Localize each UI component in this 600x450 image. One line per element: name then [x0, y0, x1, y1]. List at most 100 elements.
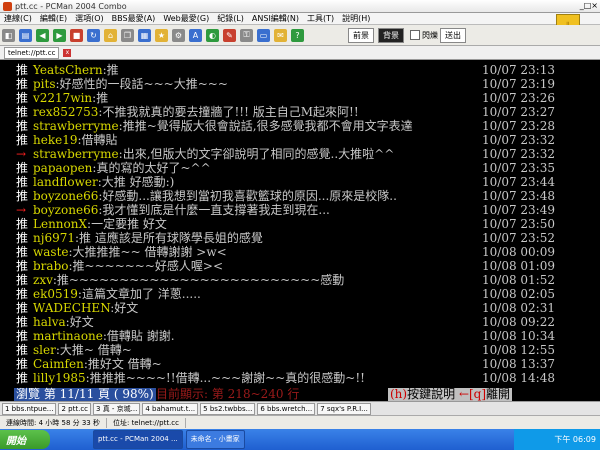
copy-icon[interactable]: ❐	[121, 28, 134, 42]
paste-icon[interactable]: ▦	[138, 28, 151, 42]
comment-time: 10/07 23:28	[482, 119, 555, 133]
connection-time: 連線時間: 4 小時 58 分 33 秒	[0, 417, 107, 428]
comment-tag: 推	[16, 119, 29, 133]
comment-text: :好文	[65, 315, 94, 329]
forward-icon[interactable]: ▶	[53, 28, 66, 42]
comment-time: 10/07 23:32	[482, 147, 555, 161]
open-icon[interactable]: ▤	[19, 28, 32, 42]
favorite-icon[interactable]: ★	[155, 28, 168, 42]
settings-icon[interactable]: ⚙	[172, 28, 185, 42]
comment-time: 10/08 13:37	[482, 357, 555, 371]
comment-tag: 推	[16, 315, 29, 329]
help-key: (h)	[390, 387, 408, 401]
comment-text: :推	[102, 63, 119, 77]
comment-user: waste:大推推推~~ 借轉謝謝 >w<	[33, 246, 227, 259]
font-icon[interactable]: A	[189, 28, 202, 42]
address-bar: telnet://ptt.cc x	[0, 46, 600, 60]
foreground-color-button[interactable]: 前景	[348, 27, 374, 43]
comment-user: landflower:大推 好感動:)	[33, 176, 174, 189]
page-indicator: 瀏覽 第 11/11 頁 ( 98%)	[14, 387, 156, 401]
quit-label: 離開	[486, 387, 511, 401]
comment-row: → strawberryme:出來,但版大的文字卻說明了相同的感覺..大推啦^^ 1…	[0, 148, 600, 161]
session-tab[interactable]: 5 bs2.twbbs...	[200, 402, 256, 415]
comment-row: 推 boyzone66:好感動...讓我想到當初我喜歡籃球的原因...原來是校隊.…	[0, 190, 600, 203]
comment-time: 10/07 23:19	[482, 77, 555, 91]
menu-help[interactable]: 說明(H)	[338, 13, 374, 24]
log-icon[interactable]: ✎	[223, 28, 236, 42]
comment-tag: 推	[16, 133, 29, 147]
comment-user: strawberryme:推推~覺得版大很會說話,很多感覺我都不會用文字表達	[33, 120, 413, 133]
comment-text: :借轉貼 謝謝.	[102, 329, 175, 343]
session-tab[interactable]: 2 ptt.cc	[58, 402, 92, 415]
color-icon[interactable]: ◐	[206, 28, 219, 42]
comment-tag: 推	[16, 217, 29, 231]
session-tab[interactable]: 1 bbs.ntpue...	[2, 402, 57, 415]
session-tab[interactable]: 3 真 - 京城...	[93, 402, 141, 415]
comment-user: sler:大推~ 借轉~	[33, 344, 132, 357]
username: ek0519	[33, 287, 78, 301]
username: sler	[33, 343, 56, 357]
start-button[interactable]: 開始	[0, 430, 50, 449]
stop-icon[interactable]: ■	[70, 28, 83, 42]
comment-row: 推 Caimfen:推好文 借轉~ 10/08 13:37	[0, 358, 600, 371]
comment-user: lilly1985:推推推~~~~!!借轉...~~~謝謝~~真的很感動~!!	[33, 372, 365, 385]
session-tab[interactable]: 7 sqx's P.R.I...	[317, 402, 371, 415]
comment-tag: 推	[16, 231, 29, 245]
comment-row: 推 pits:好感性的一段話~~~大推~~~ 10/07 23:19	[0, 78, 600, 91]
menu-ansi-edit[interactable]: ANSI編輯(N)	[248, 13, 303, 24]
connect-icon[interactable]: ◧	[2, 28, 15, 42]
menu-web-favorites[interactable]: Web最愛(G)	[159, 13, 213, 24]
username: strawberryme	[33, 147, 119, 161]
comment-user: brabo:推~~~~~~~好感人喔><	[33, 260, 223, 273]
menu-options[interactable]: 選項(O)	[71, 13, 108, 24]
app-icon	[3, 1, 12, 11]
taskbar-pcman-button[interactable]: ptt.cc - PCMan 2004 ...	[93, 430, 183, 449]
username: YeatsChern	[33, 63, 103, 77]
comment-text: :推推~覺得版大很會說話,很多感覺我都不會用文字表達	[118, 119, 413, 133]
line-range: 目前顯示: 第 218~240 行	[156, 387, 300, 401]
home-icon[interactable]: ⌂	[104, 28, 117, 42]
comment-tag: →	[16, 147, 27, 161]
taskbar-paint-button[interactable]: 未命名 - 小畫家	[185, 430, 245, 449]
comment-user: strawberryme:出來,但版大的文字卻說明了相同的感覺..大推啦^^	[33, 148, 394, 161]
comment-user: WADECHEN:好文	[33, 302, 138, 315]
bbs-status-line: 瀏覽 第 11/11 頁 ( 98%) 目前顯示: 第 218~240 行 (h…	[0, 388, 600, 401]
close-tab-icon[interactable]: x	[63, 48, 72, 57]
username: martinaone	[33, 329, 103, 343]
title-bar[interactable]: ptt.cc - PCMan 2004 Combo	[0, 0, 600, 13]
refresh-icon[interactable]: ↻	[87, 28, 100, 42]
menu-tools[interactable]: 工具(T)	[303, 13, 338, 24]
terminal-screen[interactable]: 推 YeatsChern:推 10/07 23:13 推 pits:好感性的一段話~~~…	[0, 60, 600, 397]
connection-tab[interactable]: telnet://ptt.cc	[4, 46, 60, 59]
menu-bbs-favorites[interactable]: BBS最愛(A)	[108, 13, 160, 24]
username: v2217win	[33, 91, 93, 105]
username: papaopen	[33, 161, 93, 175]
username: boyzone66	[33, 203, 99, 217]
back-icon[interactable]: ◀	[36, 28, 49, 42]
session-tab[interactable]: 6 bbs.wretch...	[257, 402, 316, 415]
send-button[interactable]: 送出	[440, 27, 466, 43]
help-hint[interactable]: (h)按鍵說明 ←[q]離開	[388, 387, 513, 401]
comment-row: → boyzone66:我才懂到底是什麼一直支撐著我走到現在... 10/07 23…	[0, 204, 600, 217]
comment-user: rex852753:不推我就真的要去撞牆了!!! 版主自己M起來阿!!	[33, 106, 359, 119]
background-color-button[interactable]: 背景	[378, 27, 404, 43]
blink-checkbox[interactable]	[410, 30, 420, 40]
taskbar: 開始 ptt.cc - PCMan 2004 ... 未命名 - 小畫家 下午 …	[0, 429, 600, 450]
maximize-button[interactable]: □	[584, 1, 592, 10]
menu-log[interactable]: 紀錄(L)	[213, 13, 248, 24]
menu-edit[interactable]: 編輯(E)	[36, 13, 71, 24]
session-tab[interactable]: 4 bahamut.t...	[142, 402, 199, 415]
comment-tag: 推	[16, 371, 29, 385]
comment-tag: 推	[16, 189, 29, 203]
window-icon[interactable]: ▭	[257, 28, 270, 42]
menu-connect[interactable]: 連線(C)	[0, 13, 36, 24]
comment-tag: 推	[16, 161, 29, 175]
notes-icon[interactable]: ✉	[274, 28, 287, 42]
comment-row: 推 martinaone:借轉貼 謝謝. 10/08 10:34	[0, 330, 600, 343]
username: heke19	[33, 133, 78, 147]
comment-time: 10/08 10:34	[482, 329, 555, 343]
help-icon[interactable]: ?	[291, 28, 304, 42]
comment-row: 推 strawberryme:推推~覺得版大很會說話,很多感覺我都不會用文字表達 1…	[0, 120, 600, 133]
close-button[interactable]: ×	[591, 1, 598, 10]
lock-icon[interactable]: ⚿	[240, 28, 253, 42]
